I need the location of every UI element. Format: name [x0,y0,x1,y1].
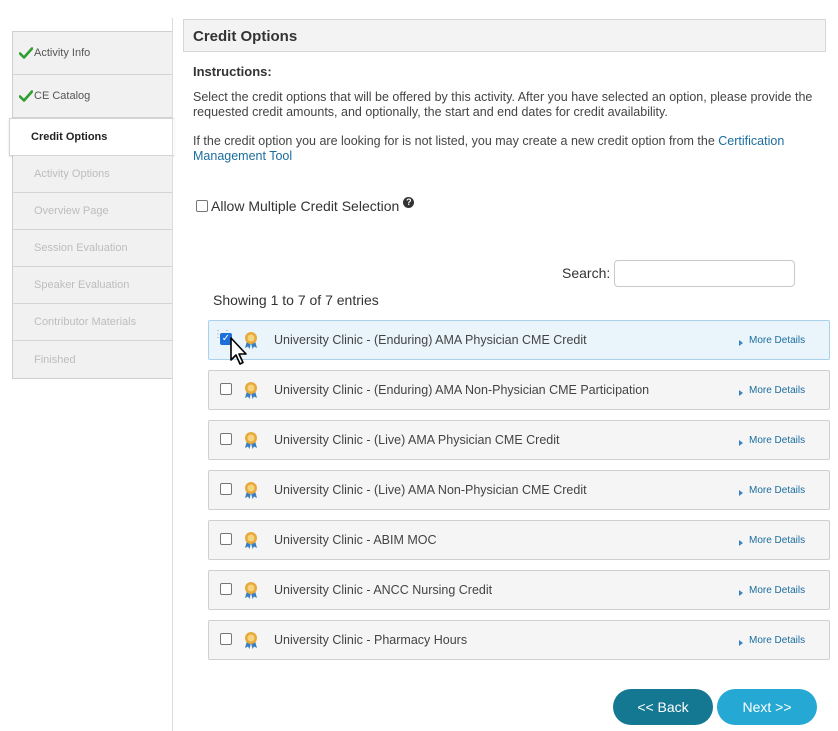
caret-right-icon [739,389,743,396]
award-icon [245,532,257,549]
sidebar-item-contributor-materials: Contributor Materials [13,304,173,341]
sidebar-item-credit-options[interactable]: Credit Options [9,118,174,156]
award-icon [245,382,257,399]
list-item[interactable]: University Clinic - (Enduring) AMA Non-P… [208,370,830,410]
list-item[interactable]: University Clinic - Pharmacy Hours More … [208,620,830,660]
more-details-link[interactable]: More Details [739,485,805,496]
more-details-link[interactable]: More Details [739,535,805,546]
sidebar-item-label: Credit Options [31,131,108,143]
more-details-link[interactable]: More Details [739,435,805,446]
search-input[interactable] [614,260,795,287]
sidebar-item-label: Activity Info [34,47,91,59]
caret-right-icon [739,539,743,546]
credit-label: University Clinic - (Enduring) AMA Non-P… [274,383,650,397]
instructions-text: Select the credit options that will be o… [193,90,813,119]
checkmark-icon [19,90,33,102]
credit-checkbox[interactable] [220,383,232,395]
list-item[interactable]: ⋮⋮ ✓ University Clinic - (Enduring) AMA … [208,320,830,360]
sidebar-item-label: Speaker Evaluation [34,279,130,291]
next-button[interactable]: Next >> [717,689,817,725]
sidebar-item-label: Session Evaluation [34,242,128,254]
credit-label: University Clinic - Pharmacy Hours [274,633,468,647]
sidebar-item-session-evaluation: Session Evaluation [13,230,173,267]
sidebar-item-label: Overview Page [34,205,109,217]
sidebar-item-label: Finished [34,353,76,366]
credit-label: University Clinic - (Live) AMA Physician… [274,433,560,447]
sidebar-item-label: CE Catalog [34,90,91,102]
credit-label: University Clinic - ABIM MOC [274,533,437,547]
instructions-text-prefix: If the credit option you are looking for… [193,134,719,148]
sidebar-item-activity-options: Activity Options [13,156,173,193]
list-item[interactable]: University Clinic - ABIM MOC More Detail… [208,520,830,560]
credit-checkbox[interactable] [220,583,232,595]
credit-label: University Clinic - (Live) AMA Non-Physi… [274,483,587,497]
caret-right-icon [739,339,743,346]
award-icon [245,432,257,449]
content-divider [172,18,173,731]
credit-label: University Clinic - (Enduring) AMA Physi… [274,333,587,347]
allow-multiple-checkbox[interactable] [196,200,208,212]
entries-count: Showing 1 to 7 of 7 entries [213,292,379,308]
sidebar-item-speaker-evaluation: Speaker Evaluation [13,267,173,304]
instructions-heading: Instructions: [193,64,272,79]
mouse-pointer-icon [230,337,247,365]
instructions-text-secondary: If the credit option you are looking for… [193,134,823,164]
credit-checkbox[interactable] [220,533,232,545]
checkmark-icon [19,47,33,59]
caret-right-icon [739,439,743,446]
help-icon[interactable]: ? [403,196,415,208]
sidebar-item-label: Activity Options [34,168,110,180]
sidebar-item-ce-catalog[interactable]: CE Catalog [13,75,173,118]
allow-multiple-label: Allow Multiple Credit Selection [211,198,400,214]
caret-right-icon [739,589,743,596]
award-icon [245,632,257,649]
sidebar-item-activity-info[interactable]: Activity Info [13,32,173,75]
sidebar-item-overview-page: Overview Page [13,193,173,230]
caret-right-icon [739,489,743,496]
more-details-link[interactable]: More Details [739,585,805,596]
credit-checkbox[interactable] [220,483,232,495]
credit-checkbox[interactable] [220,633,232,645]
caret-right-icon [739,639,743,646]
more-details-link[interactable]: More Details [739,635,805,646]
allow-multiple-credit-toggle[interactable]: Allow Multiple Credit Selection ? [196,196,415,214]
sidebar-item-finished: Finished [13,341,173,378]
credit-checkbox[interactable] [220,433,232,445]
back-button[interactable]: << Back [613,689,713,725]
sidebar-item-label: Contributor Materials [34,316,137,328]
wizard-sidebar: Activity Info CE Catalog Credit Options … [9,31,174,379]
credit-options-list: ⋮⋮ ✓ University Clinic - (Enduring) AMA … [208,320,830,670]
list-item[interactable]: University Clinic - ANCC Nursing Credit … [208,570,830,610]
list-item[interactable]: University Clinic - (Live) AMA Non-Physi… [208,470,830,510]
award-icon [245,582,257,599]
page-title: Credit Options [183,19,826,52]
list-item[interactable]: University Clinic - (Live) AMA Physician… [208,420,830,460]
award-icon [245,482,257,499]
credit-label: University Clinic - ANCC Nursing Credit [274,583,493,597]
more-details-link[interactable]: More Details [739,335,805,346]
more-details-link[interactable]: More Details [739,385,805,396]
search-label: Search: [562,265,611,281]
